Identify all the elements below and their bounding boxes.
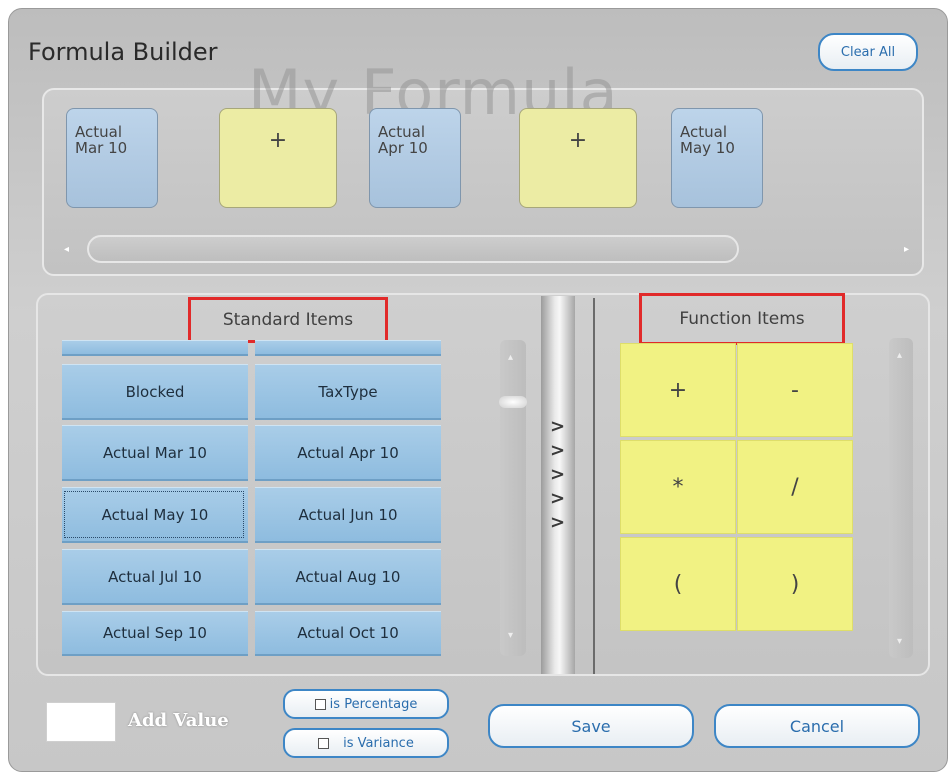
is-variance-toggle[interactable]: is Variance [283,728,449,758]
chevron-right-icon: > [550,416,566,437]
panel-divider-line [593,298,595,674]
cancel-button[interactable]: Cancel [714,704,920,748]
chevron-right-icon: > [550,512,566,533]
checkbox-icon[interactable] [318,737,330,749]
standard-item[interactable]: Actual Mar 10 [62,425,248,481]
panel-splitter[interactable] [541,296,575,674]
function-item[interactable]: - [737,343,853,437]
standard-items-scrollbar[interactable] [500,340,526,656]
standard-item[interactable]: Actual Oct 10 [255,611,441,656]
clear-all-button[interactable]: Clear All [818,33,918,71]
standard-items-scroll-thumb[interactable] [499,396,527,408]
function-items-title: Function Items [639,293,845,345]
scroll-right-icon[interactable]: ▸ [904,244,909,255]
window-title: Formula Builder [28,38,218,66]
standard-item[interactable]: Actual Apr 10 [255,425,441,481]
function-item[interactable]: * [620,440,736,534]
scroll-down-icon[interactable]: ▾ [508,630,513,641]
scroll-up-icon[interactable]: ▴ [897,350,902,361]
scroll-down-icon[interactable]: ▾ [897,636,902,647]
formula-horizontal-scrollbar[interactable] [87,235,739,263]
formula-token[interactable]: Actual Mar 10 [66,108,158,208]
standard-item-cell[interactable] [255,340,441,356]
formula-token-operator[interactable]: + [219,108,337,208]
function-item[interactable]: / [737,440,853,534]
standard-item[interactable]: Actual Aug 10 [255,549,441,605]
standard-item-focused[interactable]: Actual May 10 [62,487,248,543]
standard-item-cell[interactable] [62,340,248,356]
standard-item[interactable]: Actual Sep 10 [62,611,248,656]
standard-item[interactable]: Blocked [62,364,248,420]
is-percentage-toggle[interactable]: is Percentage [283,689,449,719]
function-items-scrollbar[interactable] [889,338,913,658]
add-value-label: Add Value [128,710,229,731]
formula-token[interactable]: Actual Apr 10 [369,108,461,208]
scroll-left-icon[interactable]: ◂ [64,244,69,255]
chevron-right-icon: > [550,440,566,461]
is-variance-label: is Variance [343,735,414,751]
function-item[interactable]: ( [620,537,736,631]
save-button[interactable]: Save [488,704,694,748]
standard-items-title: Standard Items [188,297,388,343]
is-percentage-label: is Percentage [329,696,418,712]
standard-item[interactable]: Actual Jul 10 [62,549,248,605]
add-value-input[interactable] [46,702,116,742]
scroll-up-icon[interactable]: ▴ [508,352,513,363]
formula-token[interactable]: Actual May 10 [671,108,763,208]
standard-item[interactable]: TaxType [255,364,441,420]
chevron-right-icon: > [550,464,566,485]
chevron-right-icon: > [550,488,566,509]
standard-item[interactable]: Actual Jun 10 [255,487,441,543]
formula-token-operator[interactable]: + [519,108,637,208]
function-item[interactable]: ) [737,537,853,631]
function-item[interactable]: + [620,343,736,437]
checkbox-icon[interactable] [314,698,326,710]
